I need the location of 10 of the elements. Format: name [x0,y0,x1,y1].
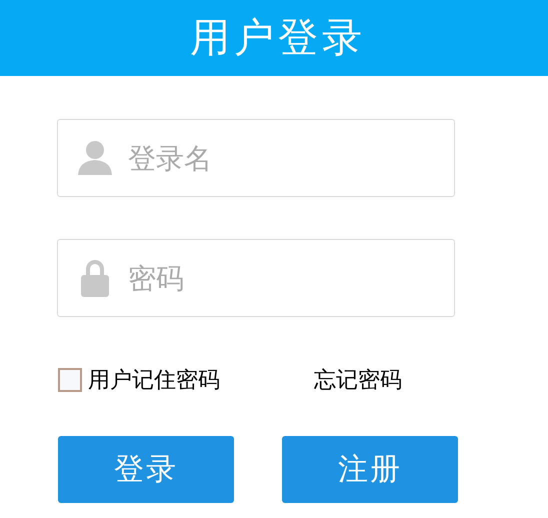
padlock-icon [80,258,110,298]
forgot-password-link[interactable]: 忘记密码 [314,364,402,396]
username-field[interactable]: 登录名 [57,119,455,197]
person-icon [76,139,114,177]
remember-label: 用户记住密码 [88,366,220,394]
page-title: 用户登录 [190,14,366,63]
remember-checkbox[interactable] [58,368,82,392]
form-button[interactable]: 登录 [58,436,234,503]
password-field[interactable]: 密码 [57,239,455,317]
form-button[interactable]: 注册 [282,436,458,503]
